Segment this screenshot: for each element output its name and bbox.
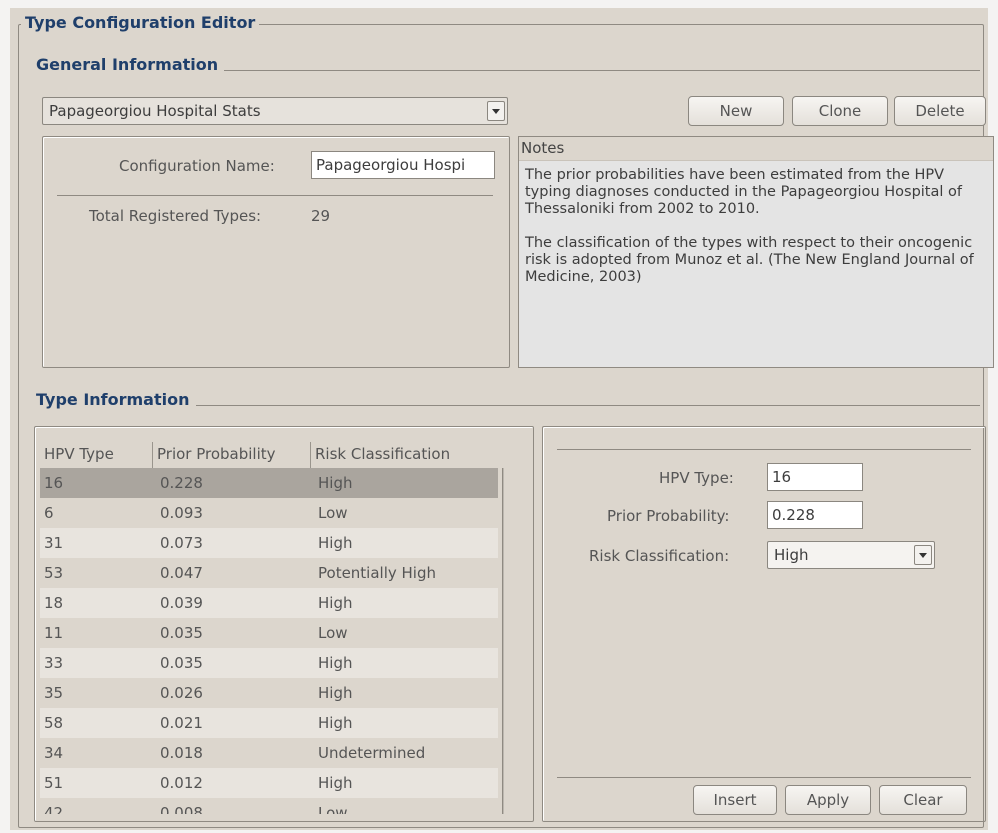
cell-prior-probability: 0.035 bbox=[160, 654, 203, 672]
cell-prior-probability: 0.039 bbox=[160, 594, 203, 612]
table-row[interactable]: 16 0.228 High bbox=[40, 468, 498, 498]
table-row[interactable]: 11 0.035 Low bbox=[40, 618, 498, 648]
type-detail-panel: HPV Type: 16 Prior Probability: 0.228 Ri… bbox=[542, 426, 986, 822]
cell-prior-probability: 0.021 bbox=[160, 714, 203, 732]
risk-classification-select[interactable]: High bbox=[767, 541, 935, 569]
cell-risk-classification: High bbox=[318, 654, 353, 672]
hpv-type-input[interactable]: 16 bbox=[767, 463, 863, 491]
notes-panel: Notes The prior probabilities have been … bbox=[518, 136, 994, 368]
cell-hpv-type: 33 bbox=[44, 654, 64, 672]
configuration-name-label: Configuration Name: bbox=[119, 157, 275, 175]
type-configuration-editor: Type Configuration Editor General Inform… bbox=[10, 8, 994, 830]
cell-risk-classification: High bbox=[318, 774, 353, 792]
cell-risk-classification: Low bbox=[318, 504, 348, 522]
cell-prior-probability: 0.012 bbox=[160, 774, 203, 792]
chevron-down-icon bbox=[914, 545, 932, 565]
table-row[interactable]: 35 0.026 High bbox=[40, 678, 498, 708]
column-header-hpv-type[interactable]: HPV Type bbox=[40, 442, 152, 468]
configuration-panel: Configuration Name: Papageorgiou Hospi T… bbox=[42, 136, 510, 368]
cell-hpv-type: 16 bbox=[44, 474, 64, 492]
cell-hpv-type: 42 bbox=[44, 804, 64, 814]
configuration-name-input[interactable]: Papageorgiou Hospi bbox=[311, 151, 495, 179]
apply-button[interactable]: Apply bbox=[785, 785, 871, 815]
delete-button[interactable]: Delete bbox=[894, 96, 986, 126]
cell-hpv-type: 6 bbox=[44, 504, 54, 522]
detail-bottom-divider bbox=[557, 777, 971, 778]
cell-hpv-type: 31 bbox=[44, 534, 64, 552]
hpv-type-label: HPV Type: bbox=[659, 469, 734, 487]
cell-hpv-type: 34 bbox=[44, 744, 64, 762]
cell-risk-classification: High bbox=[318, 684, 353, 702]
cell-risk-classification: Low bbox=[318, 804, 348, 814]
prior-probability-label: Prior Probability: bbox=[607, 507, 730, 525]
notes-textarea[interactable]: The prior probabilities have been estima… bbox=[519, 161, 993, 286]
cell-hpv-type: 53 bbox=[44, 564, 64, 582]
configuration-select-value: Papageorgiou Hospital Stats bbox=[49, 102, 261, 120]
cell-risk-classification: High bbox=[318, 594, 353, 612]
table-row[interactable]: 34 0.018 Undetermined bbox=[40, 738, 498, 768]
table-row[interactable]: 42 0.008 Low bbox=[40, 798, 498, 814]
cell-risk-classification: Low bbox=[318, 624, 348, 642]
table-row[interactable]: 18 0.039 High bbox=[40, 588, 498, 618]
column-header-risk-classification[interactable]: Risk Classification bbox=[310, 442, 502, 468]
clone-button[interactable]: Clone bbox=[792, 96, 888, 126]
configuration-select[interactable]: Papageorgiou Hospital Stats bbox=[42, 97, 508, 125]
general-section-title: General Information bbox=[36, 55, 225, 75]
risk-classification-value: High bbox=[774, 546, 809, 564]
table-header: HPV Type Prior Probability Risk Classifi… bbox=[40, 442, 504, 468]
clear-button[interactable]: Clear bbox=[879, 785, 967, 815]
table-row[interactable]: 53 0.047 Potentially High bbox=[40, 558, 498, 588]
table-row[interactable]: 6 0.093 Low bbox=[40, 498, 498, 528]
table-scrollbar[interactable] bbox=[502, 468, 504, 814]
total-types-label: Total Registered Types: bbox=[89, 207, 262, 225]
types-section-title: Type Information bbox=[36, 390, 196, 410]
notes-title: Notes bbox=[519, 137, 993, 161]
editor-title: Type Configuration Editor bbox=[21, 13, 260, 33]
cell-risk-classification: High bbox=[318, 534, 353, 552]
new-button[interactable]: New bbox=[688, 96, 784, 126]
table-row[interactable]: 31 0.073 High bbox=[40, 528, 498, 558]
table-row[interactable]: 33 0.035 High bbox=[40, 648, 498, 678]
total-types-value: 29 bbox=[311, 207, 331, 225]
cell-hpv-type: 11 bbox=[44, 624, 64, 642]
cell-prior-probability: 0.093 bbox=[160, 504, 203, 522]
table-row[interactable]: 51 0.012 High bbox=[40, 768, 498, 798]
risk-classification-label: Risk Classification: bbox=[589, 547, 730, 565]
table-row[interactable]: 58 0.021 High bbox=[40, 708, 498, 738]
cell-risk-classification: Potentially High bbox=[318, 564, 437, 582]
cell-prior-probability: 0.035 bbox=[160, 624, 203, 642]
cell-prior-probability: 0.018 bbox=[160, 744, 203, 762]
cell-hpv-type: 58 bbox=[44, 714, 64, 732]
column-header-prior-probability[interactable]: Prior Probability bbox=[152, 442, 310, 468]
type-table: HPV Type Prior Probability Risk Classifi… bbox=[40, 442, 504, 814]
cell-hpv-type: 51 bbox=[44, 774, 64, 792]
cell-hpv-type: 18 bbox=[44, 594, 64, 612]
cell-risk-classification: High bbox=[318, 474, 353, 492]
cell-prior-probability: 0.047 bbox=[160, 564, 203, 582]
chevron-down-icon bbox=[487, 101, 505, 121]
cell-prior-probability: 0.026 bbox=[160, 684, 203, 702]
configuration-divider bbox=[57, 195, 493, 196]
cell-prior-probability: 0.228 bbox=[160, 474, 203, 492]
cell-risk-classification: Undetermined bbox=[318, 744, 426, 762]
insert-button[interactable]: Insert bbox=[693, 785, 777, 815]
cell-prior-probability: 0.073 bbox=[160, 534, 203, 552]
cell-hpv-type: 35 bbox=[44, 684, 64, 702]
detail-top-divider bbox=[557, 449, 971, 450]
cell-prior-probability: 0.008 bbox=[160, 804, 203, 814]
cell-risk-classification: High bbox=[318, 714, 353, 732]
prior-probability-input[interactable]: 0.228 bbox=[767, 501, 863, 529]
